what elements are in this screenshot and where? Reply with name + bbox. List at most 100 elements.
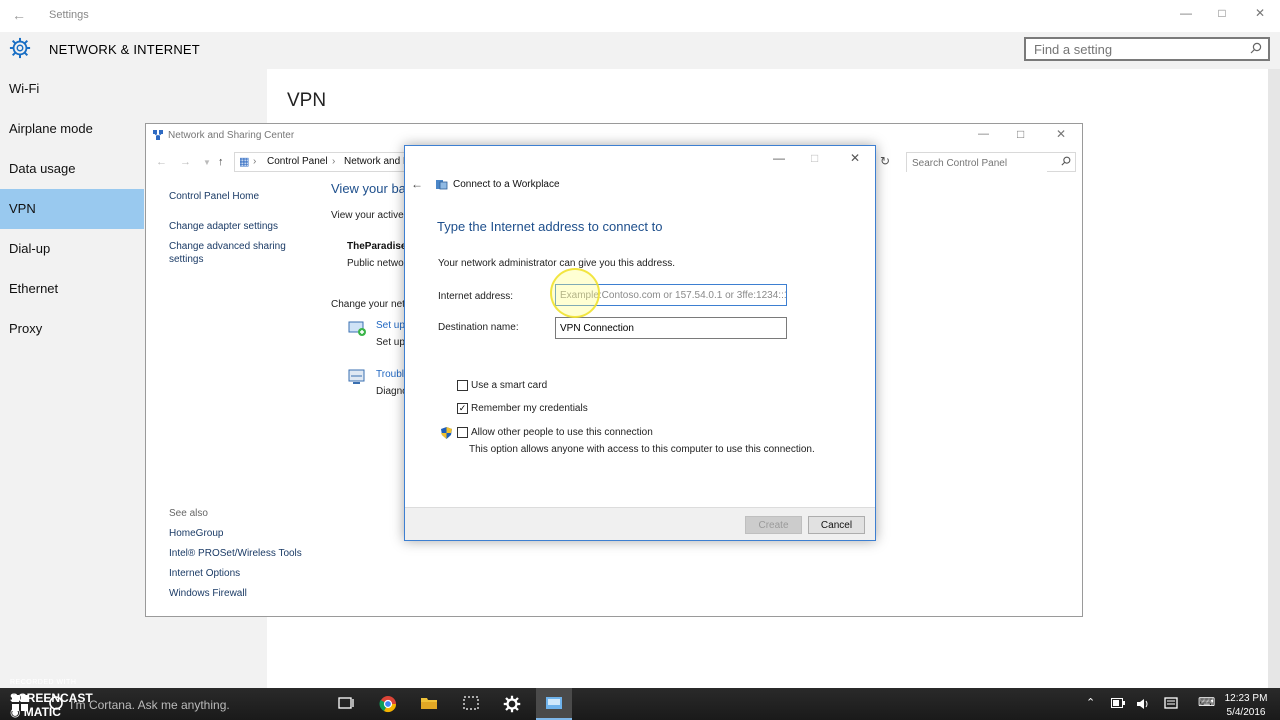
troubleshoot-desc: Diagno	[376, 386, 408, 397]
sidebar-item-ethernet[interactable]: Ethernet	[0, 269, 144, 309]
allow-others-label[interactable]: Allow other people to use this connectio…	[471, 427, 653, 438]
nsc-close-icon[interactable]: ✕	[1056, 127, 1066, 141]
settings-titlebar: ← Settings — □ ✕	[0, 0, 1280, 32]
dialog-minimize-icon[interactable]: —	[773, 151, 785, 165]
breadcrumb-separator-icon: ›	[332, 156, 336, 167]
snipping-tool-icon[interactable]	[462, 695, 480, 711]
shield-icon	[441, 427, 452, 439]
maximize-icon[interactable]: □	[1212, 6, 1232, 20]
control-panel-home-link[interactable]: Control Panel Home	[169, 191, 259, 202]
network-name: TheParadise	[347, 241, 407, 252]
show-hidden-icons-icon[interactable]: ⌃	[1086, 696, 1095, 709]
dialog-footer: Create Cancel	[405, 507, 875, 540]
troubleshoot-link[interactable]: Troubl	[376, 369, 404, 380]
search-control-panel-box[interactable]	[906, 152, 1076, 173]
allow-others-note: This option allows anyone with access to…	[469, 444, 815, 455]
smart-card-checkbox[interactable]	[457, 380, 468, 391]
nsc-minimize-icon[interactable]: —	[978, 128, 989, 140]
sidebar-item-proxy[interactable]: Proxy	[0, 309, 144, 349]
windows-firewall-link[interactable]: Windows Firewall	[169, 588, 247, 599]
internet-address-label: Internet address:	[438, 291, 514, 302]
remember-credentials-label[interactable]: Remember my credentials	[471, 403, 588, 414]
close-icon[interactable]: ✕	[1250, 6, 1270, 20]
keyboard-icon[interactable]: ⌨	[1198, 695, 1215, 709]
nav-recent-icon[interactable]: ▼	[203, 158, 211, 167]
destination-name-input[interactable]	[555, 317, 787, 339]
clock-date: 5/4/2016	[1226, 707, 1266, 718]
task-view-icon[interactable]	[338, 695, 356, 711]
volume-icon[interactable]	[1136, 697, 1150, 711]
network-type: Public networ	[347, 258, 408, 269]
sidebar-item-data-usage[interactable]: Data usage	[0, 149, 144, 189]
nsc-window-title: Network and Sharing Center	[168, 130, 295, 141]
screencast-watermark: RECORDED WITH SCREENCAST ◉ MATIC	[10, 679, 93, 719]
gear-icon	[9, 37, 31, 59]
breadcrumb-network[interactable]: Network and I	[344, 156, 406, 167]
destination-name-label: Destination name:	[438, 322, 519, 333]
cursor-highlight	[550, 268, 600, 318]
taskbar-active-app[interactable]	[536, 688, 572, 720]
sidebar-item-airplane-mode[interactable]: Airplane mode	[0, 109, 144, 149]
sidebar-item-vpn[interactable]: VPN	[0, 189, 144, 229]
search-icon[interactable]	[1250, 42, 1262, 54]
vpn-icon	[436, 180, 448, 190]
troubleshoot-icon	[348, 369, 365, 384]
taskbar-clock[interactable]: 12:23 PM 5/4/2016	[1222, 692, 1270, 720]
scrollbar[interactable]	[1268, 69, 1280, 688]
search-control-panel-input[interactable]	[907, 154, 1047, 173]
dialog-close-icon[interactable]: ✕	[850, 151, 860, 165]
change-settings-label: Change your netw	[331, 299, 413, 310]
dialog-maximize-icon: □	[811, 151, 819, 165]
search-icon[interactable]	[1061, 156, 1071, 166]
watermark-brand: SCREENCAST ◉ MATIC	[10, 691, 93, 719]
setup-connection-link[interactable]: Set up	[376, 320, 405, 331]
control-panel-icon: ▦	[239, 156, 250, 168]
settings-window-title: Settings	[49, 9, 89, 21]
internet-options-link[interactable]: Internet Options	[169, 568, 240, 579]
homegroup-link[interactable]: HomeGroup	[169, 528, 223, 539]
smart-card-label[interactable]: Use a smart card	[471, 380, 547, 391]
connect-workplace-dialog: — □ ✕ ← Connect to a Workplace Type the …	[404, 145, 876, 541]
refresh-icon[interactable]: ↻	[880, 154, 890, 168]
cortana-search[interactable]: I'm Cortana. Ask me anything.	[70, 698, 230, 712]
file-explorer-icon[interactable]	[420, 695, 438, 711]
sidebar-item-wifi[interactable]: Wi-Fi	[0, 69, 144, 109]
chrome-icon[interactable]	[379, 695, 397, 713]
dialog-description: Your network administrator can give you …	[438, 258, 675, 269]
back-arrow-icon[interactable]: ←	[12, 7, 26, 23]
nsc-heading: View your ba	[331, 181, 406, 196]
change-adapter-settings-link[interactable]: Change adapter settings	[169, 221, 278, 232]
intel-proset-link[interactable]: Intel® PROSet/Wireless Tools	[169, 548, 302, 559]
create-button[interactable]: Create	[745, 516, 802, 534]
control-panel-app-icon	[546, 697, 562, 709]
watermark-recorded-with: RECORDED WITH	[10, 679, 77, 686]
category-title: NETWORK & INTERNET	[49, 42, 200, 57]
find-setting-input[interactable]	[1026, 39, 1236, 59]
breadcrumb-separator-icon: ›	[253, 156, 257, 167]
battery-icon[interactable]	[1111, 698, 1125, 708]
network-icon	[153, 130, 163, 140]
sidebar-item-dial-up[interactable]: Dial-up	[0, 229, 144, 269]
action-center-icon[interactable]	[1164, 697, 1178, 711]
taskbar: I'm Cortana. Ask me anything. ⌃ ⌨	[0, 688, 1280, 720]
allow-others-checkbox[interactable]	[457, 427, 468, 438]
new-connection-icon	[348, 321, 366, 336]
nav-up-icon[interactable]: ↑	[218, 156, 224, 168]
page-title: VPN	[287, 90, 327, 111]
nav-forward-icon[interactable]: →	[180, 156, 191, 168]
change-advanced-sharing-link-line2[interactable]: settings	[169, 254, 203, 265]
find-setting-box[interactable]	[1024, 37, 1270, 61]
active-networks-label: View your active	[331, 210, 404, 221]
dialog-heading: Type the Internet address to connect to	[437, 219, 663, 234]
nav-back-icon[interactable]: ←	[156, 156, 167, 168]
settings-gear-icon[interactable]	[503, 695, 521, 713]
see-also-label: See also	[169, 508, 208, 519]
cancel-button[interactable]: Cancel	[808, 516, 865, 534]
nsc-maximize-icon[interactable]: □	[1017, 127, 1024, 141]
remember-credentials-checkbox[interactable]: ✓	[457, 403, 468, 414]
change-advanced-sharing-link[interactable]: Change advanced sharing	[169, 241, 286, 252]
dialog-back-icon[interactable]: ←	[411, 177, 423, 191]
breadcrumb-control-panel[interactable]: Control Panel	[267, 156, 328, 167]
minimize-icon[interactable]: —	[1176, 6, 1196, 20]
dialog-title: Connect to a Workplace	[453, 179, 560, 190]
